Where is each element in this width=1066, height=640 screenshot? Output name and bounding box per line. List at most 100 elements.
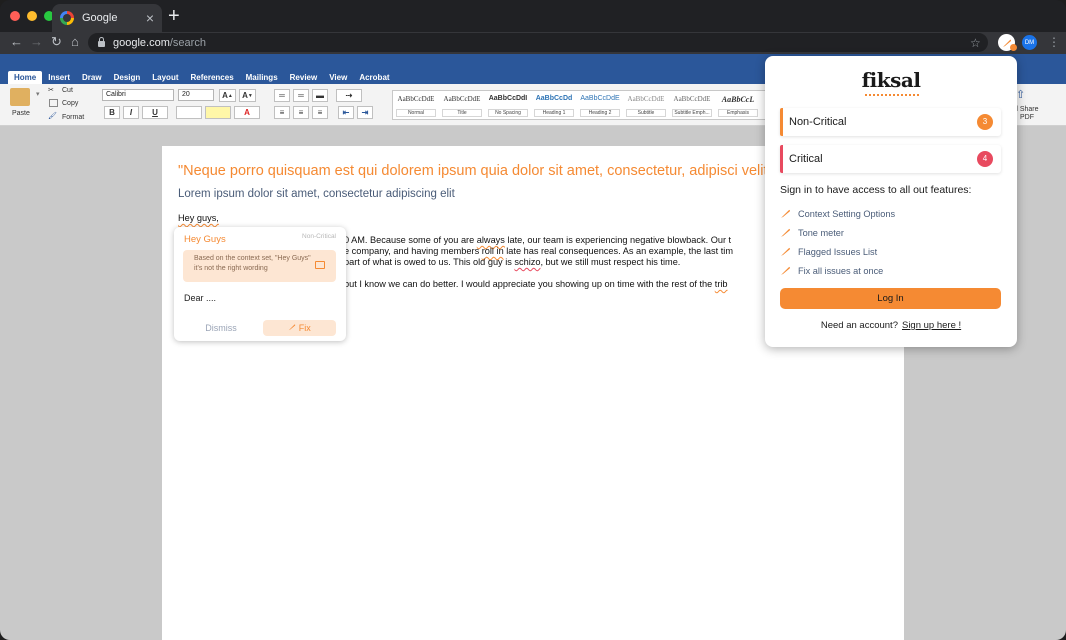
ribbon-tab-mailings[interactable]: Mailings	[240, 71, 284, 84]
fix-button[interactable]: Fix	[263, 320, 336, 336]
ribbon-tab-review[interactable]: Review	[284, 71, 324, 84]
style-normal[interactable]: AaBbCcDdE Normal	[393, 91, 439, 119]
non-critical-issues-button[interactable]: Non-Critical 3	[780, 108, 1001, 136]
critical-issues-button[interactable]: Critical 4	[780, 145, 1001, 173]
cut-icon[interactable]: ✂	[48, 86, 54, 94]
ribbon-tab-view[interactable]: View	[323, 71, 353, 84]
paste-dropdown-icon[interactable]: ▾	[36, 90, 40, 98]
feather-icon	[781, 228, 790, 237]
feature-item: Context Setting Options	[780, 208, 895, 219]
flagged-word[interactable]: always	[477, 235, 505, 245]
paste-icon[interactable]	[10, 88, 30, 106]
feather-icon	[781, 266, 790, 275]
minimize-window-button[interactable]	[27, 11, 37, 21]
ribbon-tabs: Home Insert Draw Design Layout Reference…	[8, 71, 396, 84]
style-sample: AaBbCcDdE	[627, 95, 665, 103]
url-path: /search	[169, 36, 206, 49]
style-no-spacing[interactable]: AaBbCcDdI No Spacing	[485, 91, 531, 119]
back-arrow-icon[interactable]: ←	[10, 34, 23, 49]
non-critical-count: 3	[977, 114, 993, 130]
ribbon-tab-draw[interactable]: Draw	[76, 71, 108, 84]
style-title[interactable]: AaBbCcDdE Title	[439, 91, 485, 119]
font-color-icon[interactable]: A	[234, 106, 260, 119]
document-subtitle: Lorem ipsum dolor sit amet, consectetur …	[178, 188, 455, 200]
ribbon-tab-acrobat[interactable]: Acrobat	[353, 71, 395, 84]
dismiss-button[interactable]: Dismiss	[186, 320, 256, 336]
share-pdf-icon[interactable]: ⇧	[1016, 88, 1025, 101]
ribbon-tab-layout[interactable]: Layout	[146, 71, 184, 84]
borders-button[interactable]	[176, 106, 202, 119]
feather-icon	[781, 209, 790, 218]
text-segment: , but we still must respect his time.	[540, 257, 681, 267]
share-pdf-button[interactable]: d Share PDF	[1014, 106, 1039, 122]
flagged-word[interactable]: roll in	[482, 246, 504, 256]
text-direction-icon[interactable]: ⇢	[336, 89, 362, 102]
flagged-greeting[interactable]: Hey guys,	[178, 213, 219, 223]
style-subtitle-emphasis[interactable]: AaBbCcDdE Subtitle Emph...	[669, 91, 715, 119]
home-icon[interactable]: ⌂	[71, 34, 79, 49]
bold-button[interactable]: B	[104, 106, 120, 119]
align-center-icon[interactable]: ≡	[293, 106, 309, 119]
style-sample: AaBbCcDdI	[488, 95, 528, 102]
underline-button[interactable]: U	[142, 106, 168, 119]
ribbon-tab-design[interactable]: Design	[108, 71, 147, 84]
fiksal-panel: fiksal Non-Critical 3 Critical 4 Sign in…	[765, 56, 1017, 347]
profile-avatar[interactable]: DM	[1022, 35, 1037, 50]
tab-bar: Google × +	[0, 0, 1066, 32]
logo-underline	[865, 93, 919, 96]
style-sample: AaBbCcL	[721, 95, 755, 104]
paste-button[interactable]: Paste	[12, 110, 30, 117]
signup-link[interactable]: Sign up here !	[902, 320, 961, 331]
paragraph-line: but I know we can do better. I would app…	[344, 279, 728, 289]
forward-arrow-icon[interactable]: →	[30, 34, 43, 49]
suggested-replacement[interactable]: Dear ....	[184, 293, 216, 303]
style-heading-2[interactable]: AaBbCcDdE Heading 2	[577, 91, 623, 119]
browser-menu-icon[interactable]: ⋮	[1048, 35, 1060, 49]
numbering-icon[interactable]: ═	[293, 89, 309, 102]
share-label: d Share	[1014, 106, 1039, 113]
highlight-icon[interactable]	[205, 106, 231, 119]
bullets-icon[interactable]: ═	[274, 89, 290, 102]
browser-tab[interactable]: Google ×	[52, 4, 162, 32]
login-button[interactable]: Log In	[780, 288, 1001, 309]
info-card-icon[interactable]	[315, 261, 325, 269]
ribbon-tab-home[interactable]: Home	[8, 71, 43, 84]
style-emphasis[interactable]: AaBbCcL Emphasis	[715, 91, 761, 119]
copy-button[interactable]: Copy	[62, 100, 78, 107]
format-painter-icon[interactable]: 🖌	[48, 112, 57, 120]
critical-count: 4	[977, 151, 993, 167]
copy-icon[interactable]	[49, 99, 58, 107]
format-painter-button[interactable]: Format	[62, 114, 84, 121]
style-name: Subtitle Emph...	[672, 109, 712, 117]
reload-icon[interactable]: ↻	[51, 34, 62, 50]
tab-title: Google	[82, 12, 118, 24]
increase-indent-icon[interactable]: ⇥	[357, 106, 373, 119]
suggestion-reason-box: Based on the context set, "Hey Guys" it'…	[183, 250, 336, 282]
ribbon-tab-references[interactable]: References	[185, 71, 240, 84]
ribbon-tab-insert[interactable]: Insert	[42, 71, 76, 84]
align-right-icon[interactable]: ≡	[312, 106, 328, 119]
flagged-word[interactable]: schizo	[514, 257, 540, 267]
tab-close-icon[interactable]: ×	[146, 11, 154, 25]
align-left-icon[interactable]: ≡	[274, 106, 290, 119]
cut-button[interactable]: Cut	[62, 87, 73, 94]
decrease-indent-icon[interactable]: ⇤	[338, 106, 354, 119]
italic-button[interactable]: I	[123, 106, 139, 119]
document-title: "Neque porro quisquam est qui dolorem ip…	[178, 163, 773, 179]
text-segment: late, our team is experiencing negative …	[504, 235, 732, 245]
suggestion-reason: Based on the context set, "Hey Guys" it'…	[194, 255, 311, 272]
style-heading-1[interactable]: AaBbCcDd Heading 1	[531, 91, 577, 119]
close-window-button[interactable]	[10, 11, 20, 21]
font-name-select[interactable]: Calibri	[102, 89, 174, 101]
bookmark-star-icon[interactable]: ☆	[970, 36, 981, 50]
multilevel-icon[interactable]: ▬	[312, 89, 328, 102]
style-subtitle[interactable]: AaBbCcDdE Subtitle	[623, 91, 669, 119]
shrink-font-button[interactable]: A ▼	[239, 89, 256, 102]
paragraph-line: e company, and having members roll in la…	[344, 246, 733, 256]
critical-label: Critical	[789, 153, 823, 165]
font-size-select[interactable]: 20	[178, 89, 214, 101]
new-tab-button[interactable]: +	[168, 6, 180, 26]
url-input[interactable]: google.com/search	[88, 33, 988, 52]
flagged-word[interactable]: trib	[715, 279, 728, 289]
grow-font-button[interactable]: A ▲	[219, 89, 236, 102]
